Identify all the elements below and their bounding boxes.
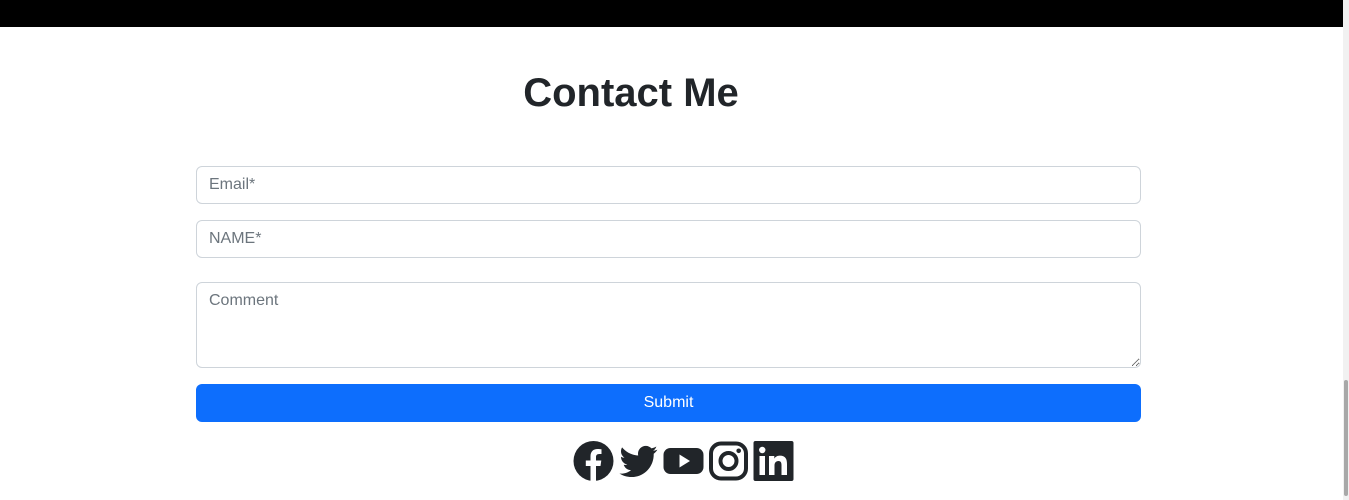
youtube-link[interactable]	[663, 441, 704, 481]
scrollbar-thumb[interactable]	[1344, 380, 1348, 496]
twitter-icon	[619, 445, 658, 477]
scrollbar[interactable]	[1343, 0, 1349, 500]
page-title: Contact Me	[523, 71, 739, 115]
submit-button[interactable]: Submit	[196, 384, 1141, 422]
youtube-icon	[663, 448, 704, 474]
top-navbar	[0, 0, 1343, 27]
instagram-link[interactable]	[708, 441, 749, 481]
comment-field[interactable]	[196, 282, 1141, 368]
name-field[interactable]	[196, 220, 1141, 258]
social-links	[573, 441, 794, 481]
linkedin-icon	[753, 441, 794, 481]
linkedin-link[interactable]	[753, 441, 794, 481]
facebook-icon	[573, 441, 614, 481]
twitter-link[interactable]	[618, 441, 659, 481]
email-field[interactable]	[196, 166, 1141, 204]
facebook-link[interactable]	[573, 441, 614, 481]
page: Contact Me Submit	[0, 0, 1349, 500]
instagram-icon	[709, 441, 748, 481]
